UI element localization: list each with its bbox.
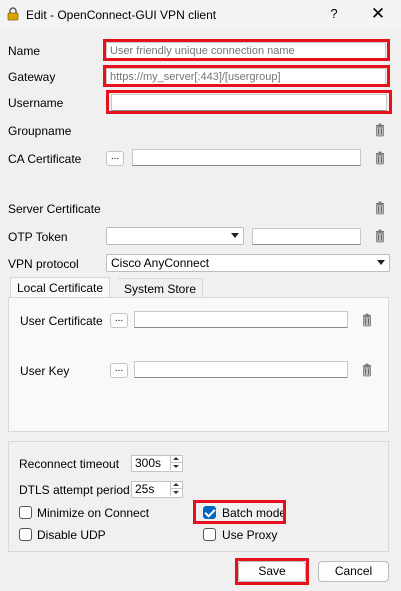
reconnect-timeout-label: Reconnect timeout bbox=[19, 457, 120, 471]
name-field[interactable] bbox=[106, 42, 386, 59]
user-key-label: User Key bbox=[20, 364, 70, 378]
user-key-browse-button[interactable]: ... bbox=[110, 363, 128, 378]
name-label: Name bbox=[8, 44, 41, 58]
username-label: Username bbox=[8, 96, 64, 110]
vpn-protocol-value: Cisco AnyConnect bbox=[111, 256, 210, 270]
otp-token-field[interactable] bbox=[252, 228, 361, 245]
groupname-label: Groupname bbox=[8, 124, 72, 138]
title-bar: Edit - OpenConnect-GUI VPN client ? ✕ bbox=[0, 0, 401, 30]
dtls-attempt-period-value: 25s bbox=[135, 482, 155, 496]
ca-certificate-field[interactable] bbox=[132, 149, 361, 166]
disable-udp-checkbox[interactable] bbox=[19, 528, 32, 541]
batch-mode-checkbox[interactable] bbox=[203, 506, 216, 519]
spin-up-icon[interactable] bbox=[170, 456, 182, 463]
gateway-field[interactable] bbox=[106, 68, 386, 85]
user-key-clear-trash-icon[interactable] bbox=[359, 362, 375, 378]
chevron-down-icon bbox=[231, 233, 239, 238]
close-button[interactable]: ✕ bbox=[364, 3, 392, 25]
tab-system-store[interactable]: System Store bbox=[118, 278, 204, 298]
user-certificate-clear-trash-icon[interactable] bbox=[359, 312, 375, 328]
batch-mode-label: Batch mode bbox=[222, 506, 287, 520]
ca-certificate-label: CA Certificate bbox=[8, 152, 82, 166]
gateway-input[interactable] bbox=[110, 69, 382, 84]
dtls-attempt-period-spinbox[interactable]: 25s bbox=[131, 481, 183, 498]
otp-token-label: OTP Token bbox=[8, 230, 68, 244]
spin-down-icon[interactable] bbox=[170, 489, 182, 496]
reconnect-timeout-value: 300s bbox=[135, 456, 162, 470]
otp-token-clear-trash-icon[interactable] bbox=[372, 228, 388, 244]
dtls-attempt-period-label: DTLS attempt period bbox=[19, 483, 130, 497]
name-input[interactable] bbox=[110, 43, 382, 58]
username-field[interactable] bbox=[111, 94, 387, 111]
spin-down-icon[interactable] bbox=[170, 463, 182, 470]
use-proxy-label: Use Proxy bbox=[222, 528, 278, 542]
server-certificate-clear-trash-icon[interactable] bbox=[372, 200, 388, 216]
otp-type-dropdown[interactable] bbox=[106, 227, 244, 245]
vpn-protocol-label: VPN protocol bbox=[8, 257, 79, 271]
reconnect-timeout-spinbox[interactable]: 300s bbox=[131, 455, 183, 472]
app-lock-icon bbox=[7, 7, 19, 21]
server-certificate-label: Server Certificate bbox=[8, 202, 101, 216]
help-button[interactable]: ? bbox=[324, 4, 344, 24]
cancel-button[interactable]: Cancel bbox=[318, 561, 389, 582]
user-key-field[interactable] bbox=[134, 361, 348, 378]
groupname-clear-trash-icon[interactable] bbox=[372, 122, 388, 138]
ca-certificate-browse-button[interactable]: ... bbox=[106, 151, 124, 166]
chevron-down-icon bbox=[377, 260, 385, 265]
use-proxy-checkbox[interactable] bbox=[203, 528, 216, 541]
user-certificate-browse-button[interactable]: ... bbox=[110, 313, 128, 328]
disable-udp-label: Disable UDP bbox=[37, 528, 106, 542]
minimize-on-connect-label: Minimize on Connect bbox=[37, 506, 150, 520]
spin-up-icon[interactable] bbox=[170, 482, 182, 489]
ca-certificate-clear-trash-icon[interactable] bbox=[372, 150, 388, 166]
user-certificate-field[interactable] bbox=[134, 311, 348, 328]
minimize-on-connect-checkbox[interactable] bbox=[19, 506, 32, 519]
user-certificate-label: User Certificate bbox=[20, 314, 103, 328]
gateway-label: Gateway bbox=[8, 70, 56, 84]
window-title: Edit - OpenConnect-GUI VPN client bbox=[26, 8, 217, 22]
tab-local-certificate[interactable]: Local Certificate bbox=[10, 277, 111, 298]
username-input[interactable] bbox=[115, 95, 383, 110]
save-button[interactable]: Save bbox=[238, 561, 306, 582]
vpn-protocol-dropdown[interactable]: Cisco AnyConnect bbox=[106, 254, 390, 272]
